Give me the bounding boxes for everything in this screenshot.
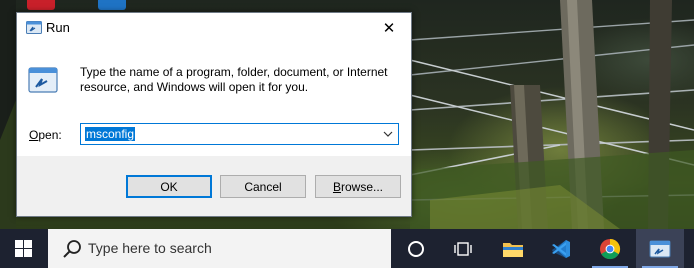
cortana-icon xyxy=(408,240,424,257)
dialog-title: Run xyxy=(46,20,70,35)
cancel-button[interactable]: Cancel xyxy=(220,175,306,198)
run-app-button[interactable] xyxy=(636,229,684,268)
browse-button-label: Browse... xyxy=(333,180,383,194)
close-icon: ✕ xyxy=(382,20,396,37)
title-bar[interactable]: Run ✕ xyxy=(17,13,411,43)
run-dialog: Run ✕ Type the name of a program, folder… xyxy=(16,12,412,217)
dialog-body: Type the name of a program, folder, docu… xyxy=(17,43,411,156)
run-program-icon xyxy=(28,67,58,93)
open-label-rest: pen: xyxy=(38,128,62,142)
red-app-icon[interactable] xyxy=(27,0,55,10)
dialog-footer: OK Cancel Browse... xyxy=(17,156,411,216)
chrome-button[interactable] xyxy=(586,229,634,268)
open-input-value[interactable]: msconfig xyxy=(85,127,136,141)
vscode-button[interactable] xyxy=(537,229,585,268)
browse-button[interactable]: Browse... xyxy=(315,175,401,198)
run-icon xyxy=(26,21,42,34)
file-explorer-button[interactable] xyxy=(489,229,537,268)
run-app-icon xyxy=(649,240,671,257)
open-combobox[interactable]: msconfig xyxy=(80,123,399,145)
browse-accesskey: B xyxy=(332,179,341,194)
start-icon xyxy=(15,240,32,257)
file-explorer-icon xyxy=(503,242,523,257)
taskbar: Type here to search xyxy=(0,229,694,268)
vscode-icon xyxy=(552,239,570,258)
ok-button-label: OK xyxy=(160,179,178,194)
chevron-down-icon[interactable] xyxy=(381,127,395,141)
blue-app-icon[interactable] xyxy=(98,0,126,10)
search-placeholder: Type here to search xyxy=(88,240,212,256)
cancel-button-label: Cancel xyxy=(244,179,282,194)
task-view-icon xyxy=(454,241,472,256)
task-view-button[interactable] xyxy=(440,229,488,268)
start-button[interactable] xyxy=(0,229,47,268)
open-label-accesskey: O xyxy=(29,128,39,142)
browse-label-rest: rowse... xyxy=(341,179,384,194)
chrome-icon xyxy=(600,238,621,259)
taskbar-search-box[interactable]: Type here to search xyxy=(48,229,391,268)
open-label: Open: xyxy=(29,128,62,142)
cortana-button[interactable] xyxy=(392,229,440,268)
description-text: Type the name of a program, folder, docu… xyxy=(80,65,388,94)
ok-button[interactable]: OK xyxy=(126,175,212,198)
search-icon xyxy=(63,240,81,258)
close-button[interactable]: ✕ xyxy=(367,13,411,43)
